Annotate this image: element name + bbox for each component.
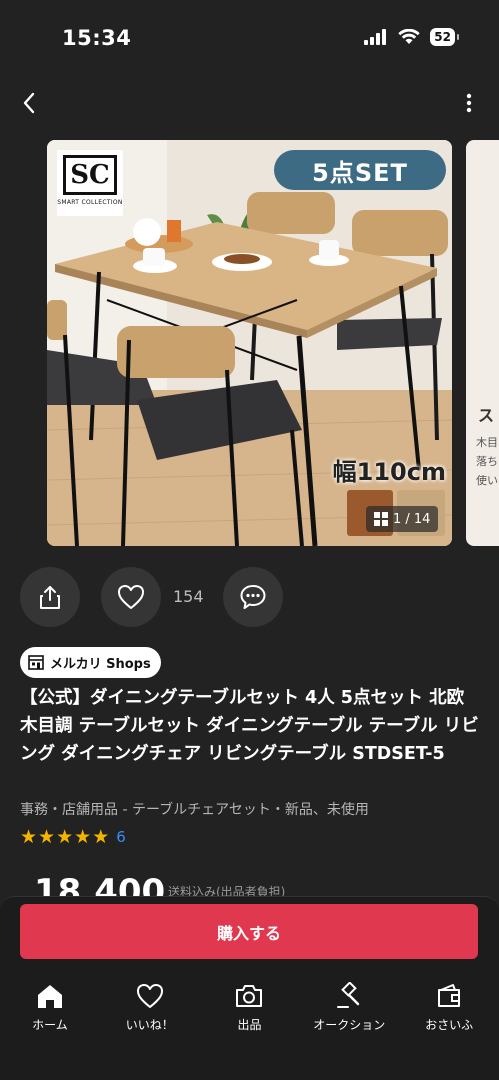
share-button[interactable] — [20, 567, 80, 627]
peek-heading: ス — [478, 406, 495, 425]
status-icons: 52 — [364, 28, 459, 46]
tab-label: いいね！ — [125, 1018, 174, 1032]
cellular-signal-icon — [364, 29, 387, 45]
status-time: 15:34 — [62, 26, 132, 50]
tab-label: 出品 — [237, 1018, 262, 1032]
star-icon: ★ — [56, 826, 74, 848]
brand-logo-letters: SC — [63, 155, 117, 195]
battery-indicator: 52 — [430, 28, 459, 46]
star-icon: ★ — [92, 826, 110, 848]
next-image-preview[interactable]: ス 木目 落ち 使い — [466, 140, 499, 546]
tab-sell[interactable]: 出品 — [200, 978, 300, 1038]
like-button[interactable] — [101, 567, 161, 627]
tab-home[interactable]: ホーム — [0, 978, 100, 1038]
home-icon — [37, 985, 62, 1008]
wifi-icon — [398, 29, 420, 44]
heart-icon — [136, 984, 163, 1008]
camera-icon — [236, 985, 263, 1007]
width-label: 幅110cm — [332, 458, 446, 486]
product-title: 【公式】ダイニングテーブルセット 4人 5点セット 北欧 木目調 テーブルセット… — [20, 688, 479, 764]
mercari-shops-badge[interactable]: メルカリ Shops — [20, 647, 161, 678]
product-category[interactable]: 事務・店舗用品 - テーブルチェアセット・新品、未使用 — [20, 799, 369, 819]
tab-bar: ホーム いいね！ 出品 オークション おさいふ — [0, 978, 499, 1038]
more-vertical-icon — [466, 93, 472, 113]
more-button[interactable] — [461, 88, 477, 118]
share-icon — [40, 586, 60, 609]
comment-button[interactable] — [223, 567, 283, 627]
product-image[interactable]: SC SMART COLLECTION 5点SET 幅110cm 1 / 14 — [47, 140, 452, 546]
wallet-icon — [438, 984, 461, 1007]
star-icon: ★ — [20, 826, 38, 848]
image-counter[interactable]: 1 / 14 — [366, 506, 439, 532]
status-bar: 15:34 52 — [0, 0, 499, 64]
comment-icon — [240, 585, 266, 609]
tab-label: オークション — [313, 1018, 386, 1032]
brand-logo: SC SMART COLLECTION — [57, 150, 123, 216]
heart-icon — [118, 585, 144, 609]
peek-line: 使い — [476, 474, 498, 487]
image-counter-text: 1 / 14 — [393, 511, 431, 527]
peek-line: 落ち — [476, 455, 498, 468]
shop-badge-label: メルカリ Shops — [50, 657, 151, 672]
shop-icon — [28, 655, 44, 670]
tab-auction[interactable]: オークション — [299, 978, 399, 1038]
tab-wallet[interactable]: おさいふ — [399, 978, 499, 1038]
buy-button[interactable]: 購入する — [20, 904, 478, 959]
tab-label: ホーム — [32, 1018, 68, 1032]
rating-count[interactable]: 6 — [116, 828, 126, 846]
rating[interactable]: ★ ★ ★ ★ ★ 6 — [20, 826, 126, 848]
peek-line: 木目 — [476, 436, 498, 449]
tab-label: おさいふ — [425, 1018, 474, 1032]
like-count: 154 — [173, 587, 204, 606]
star-icon: ★ — [74, 826, 92, 848]
star-icon: ★ — [38, 826, 56, 848]
grid-icon — [374, 512, 388, 526]
tab-likes[interactable]: いいね！ — [100, 978, 200, 1038]
brand-logo-subtitle: SMART COLLECTION — [57, 199, 123, 206]
chevron-left-icon — [23, 92, 35, 114]
gavel-icon — [337, 982, 360, 1008]
set-badge: 5点SET — [274, 150, 446, 190]
back-button[interactable] — [14, 88, 44, 118]
